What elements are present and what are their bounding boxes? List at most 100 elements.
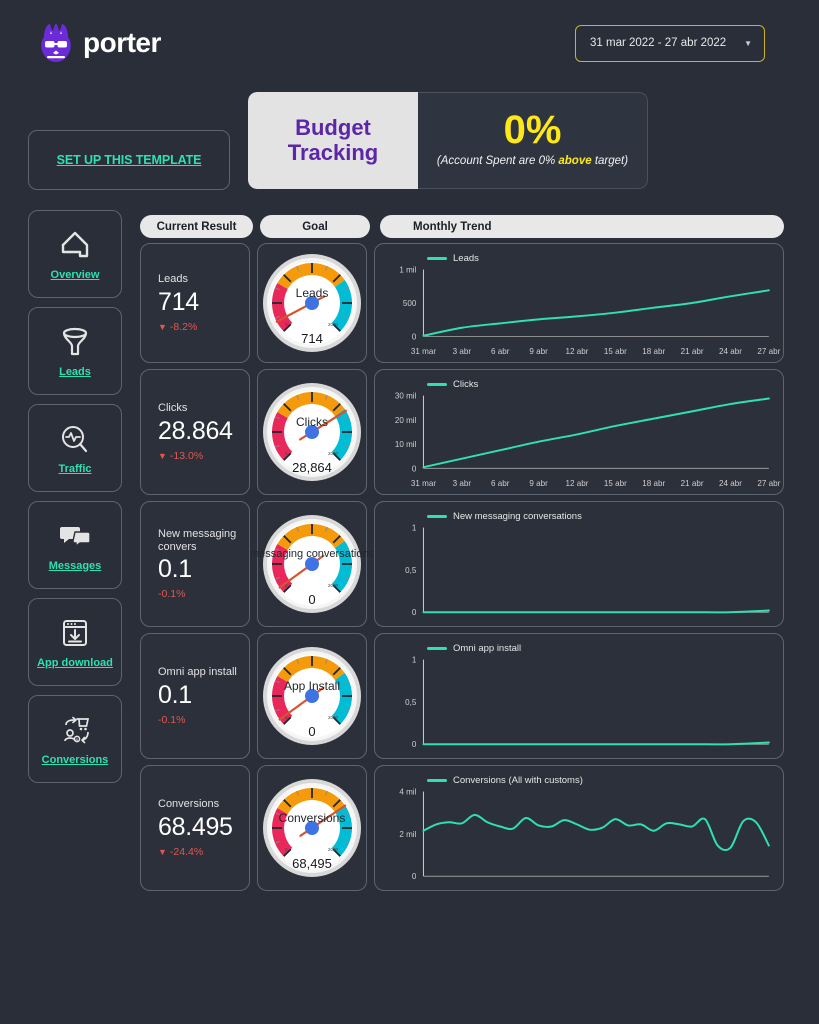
column-header-goal: Goal (260, 215, 370, 238)
current-result-card[interactable]: Conversions 68.495 ▼ -24.4% (140, 765, 250, 891)
metric-row: Conversions 68.495 ▼ -24.4% 0 2000 Conver… (0, 765, 819, 891)
metric-value: 0.1 (158, 555, 192, 584)
column-header-label: Monthly Trend (413, 220, 492, 233)
x-tick-label: 9 abr (529, 479, 548, 488)
metrics-grid: Leads 714 ▼ -8.2% 0 2000 Leads 714 0 500 1 … (0, 243, 819, 897)
x-tick-label: 15 abr (604, 479, 627, 488)
y-tick-label: 0,5 (405, 698, 417, 707)
delta-down-arrow-icon: ▼ (158, 321, 167, 332)
trend-line (422, 609, 770, 614)
legend-label: Clicks (453, 379, 479, 390)
delta-down-arrow-icon: ▼ (158, 450, 167, 461)
metric-name: Omni app install (158, 666, 237, 679)
column-header-label: Goal (302, 220, 328, 233)
current-result-card[interactable]: Clicks 28.864 ▼ -13.0% (140, 369, 250, 495)
x-tick-label: 15 abr (604, 347, 627, 356)
y-tick-label: 1 mil (399, 266, 416, 275)
chevron-down-icon: ▼ (744, 38, 752, 48)
y-tick-label: 30 mil (395, 392, 417, 401)
trend-chart: 0 500 1 mil 31 mar 3 abr 6 abr 9 abr 12 abr 15 a… (375, 244, 783, 362)
date-range-value: 31 mar 2022 - 27 abr 2022 (590, 37, 727, 49)
gauge-max-label: 2000 (328, 847, 339, 852)
goal-gauge-card[interactable]: 0 2000 Leads 714 (257, 243, 367, 363)
y-tick-label: 1 (412, 524, 417, 533)
gauge-max-label: 2000 (328, 583, 339, 588)
metric-delta-value: -0.1% (158, 588, 186, 601)
brand-logo: porter (38, 23, 161, 63)
metric-value: 28.864 (158, 416, 233, 445)
gauge-hub (305, 689, 319, 703)
x-tick-label: 18 abr (642, 479, 665, 488)
y-tick-label: 4 mil (399, 788, 416, 797)
monthly-trend-card[interactable]: 0 0,5 1 Omni app install (374, 633, 784, 759)
setup-template-button[interactable]: SET UP THIS TEMPLATE (28, 130, 230, 190)
y-tick-label: 0 (412, 464, 417, 473)
legend-swatch (427, 257, 447, 260)
goal-gauge: 0 2000 App Install 0 (262, 646, 362, 746)
monthly-trend-card[interactable]: 0 2 mil 4 mil Conversions (All with custom… (374, 765, 784, 891)
gauge-hub (305, 557, 319, 571)
x-tick-label: 27 abr (757, 479, 780, 488)
x-tick-label: 31 mar (411, 347, 436, 356)
metric-row: Leads 714 ▼ -8.2% 0 2000 Leads 714 0 500 1 … (0, 243, 819, 363)
metric-delta: ▼ -13.0% (158, 450, 249, 462)
porter-cat-logo-icon (41, 23, 71, 62)
metric-name: New messaging convers (158, 527, 237, 553)
y-tick-label: 10 mil (395, 440, 417, 449)
monthly-trend-card[interactable]: 0 500 1 mil 31 mar 3 abr 6 abr 9 abr 12 abr 15 a… (374, 243, 784, 363)
y-tick-label: 500 (403, 299, 417, 308)
date-range-picker[interactable]: 31 mar 2022 - 27 abr 2022 ▼ (575, 24, 765, 62)
x-tick-label: 24 abr (719, 347, 742, 356)
x-tick-label: 12 abr (566, 347, 589, 356)
budget-percent: 0% (503, 108, 562, 152)
budget-tracking-banner: Budget Tracking 0% (Account Spent are 0%… (248, 92, 648, 189)
gauge-max-label: 2000 (328, 451, 339, 456)
gauge-readout: 0 (308, 592, 316, 607)
metric-delta-value: -13.0% (169, 449, 204, 462)
metric-name: Clicks (158, 402, 188, 415)
budget-note-suffix: target) (591, 155, 629, 167)
goal-gauge-card[interactable]: 0 2000 Conversions 68,495 (257, 765, 367, 891)
y-tick-label: 0 (412, 332, 417, 341)
y-tick-label: 0 (412, 872, 417, 881)
budget-title-line1: Budget (295, 114, 371, 140)
metric-row: Clicks 28.864 ▼ -13.0% 0 2000 Clicks 28,8… (0, 369, 819, 495)
column-header-label: Current Result (156, 220, 237, 233)
gauge-hub (305, 821, 319, 835)
y-tick-label: 0 (412, 608, 417, 617)
chart-legend: New messaging conversations (427, 511, 582, 522)
chart-legend: Conversions (All with customs) (427, 775, 583, 786)
trend-chart: 0 2 mil 4 mil Conversions (All with custom… (375, 766, 783, 890)
setup-template-label: SET UP THIS TEMPLATE (56, 153, 202, 167)
legend-swatch (427, 779, 447, 782)
goal-gauge-card[interactable]: 0 2000 App Install 0 (257, 633, 367, 759)
current-result-card[interactable]: Leads 714 ▼ -8.2% (140, 243, 250, 363)
goal-gauge: 0 2000 Conversions 68,495 (262, 778, 362, 878)
current-result-card[interactable]: Omni app install 0.1 -0.1% (140, 633, 250, 759)
legend-swatch (427, 647, 447, 650)
y-tick-label: 2 mil (399, 830, 416, 839)
delta-down-arrow-icon: ▼ (158, 846, 167, 857)
metric-row: New messaging convers 0.1 -0.1% 0 2000 m… (0, 501, 819, 627)
goal-gauge-card[interactable]: 0 2000 messaging conversations 0 (250, 501, 374, 627)
gauge-readout: 28,864 (292, 460, 332, 475)
y-tick-label: 0,5 (405, 566, 417, 575)
metric-value: 0.1 (158, 680, 192, 709)
metric-name: Leads (158, 273, 188, 286)
metric-delta: -0.1% (158, 714, 249, 726)
chart-legend: Leads (427, 253, 479, 264)
legend-label: Conversions (All with customs) (453, 775, 583, 786)
metric-row: Omni app install 0.1 -0.1% 0 2000 App In… (0, 633, 819, 759)
budget-tracking-title: Budget Tracking (248, 92, 418, 189)
monthly-trend-card[interactable]: 0 0,5 1 New messaging conversations (374, 501, 784, 627)
gauge-hub (305, 296, 319, 310)
monthly-trend-card[interactable]: 0 10 mil 20 mil 30 mil 31 mar 3 abr 6 abr 9 abr… (374, 369, 784, 495)
current-result-card[interactable]: New messaging convers 0.1 -0.1% (140, 501, 250, 627)
x-tick-label: 3 abr (453, 479, 472, 488)
gauge-hub (305, 425, 319, 439)
metric-delta-value: -24.4% (169, 845, 204, 858)
metric-value: 714 (158, 287, 199, 316)
metric-delta: ▼ -24.4% (158, 846, 249, 858)
y-tick-label: 1 (412, 656, 417, 665)
goal-gauge-card[interactable]: 0 2000 Clicks 28,864 (257, 369, 367, 495)
